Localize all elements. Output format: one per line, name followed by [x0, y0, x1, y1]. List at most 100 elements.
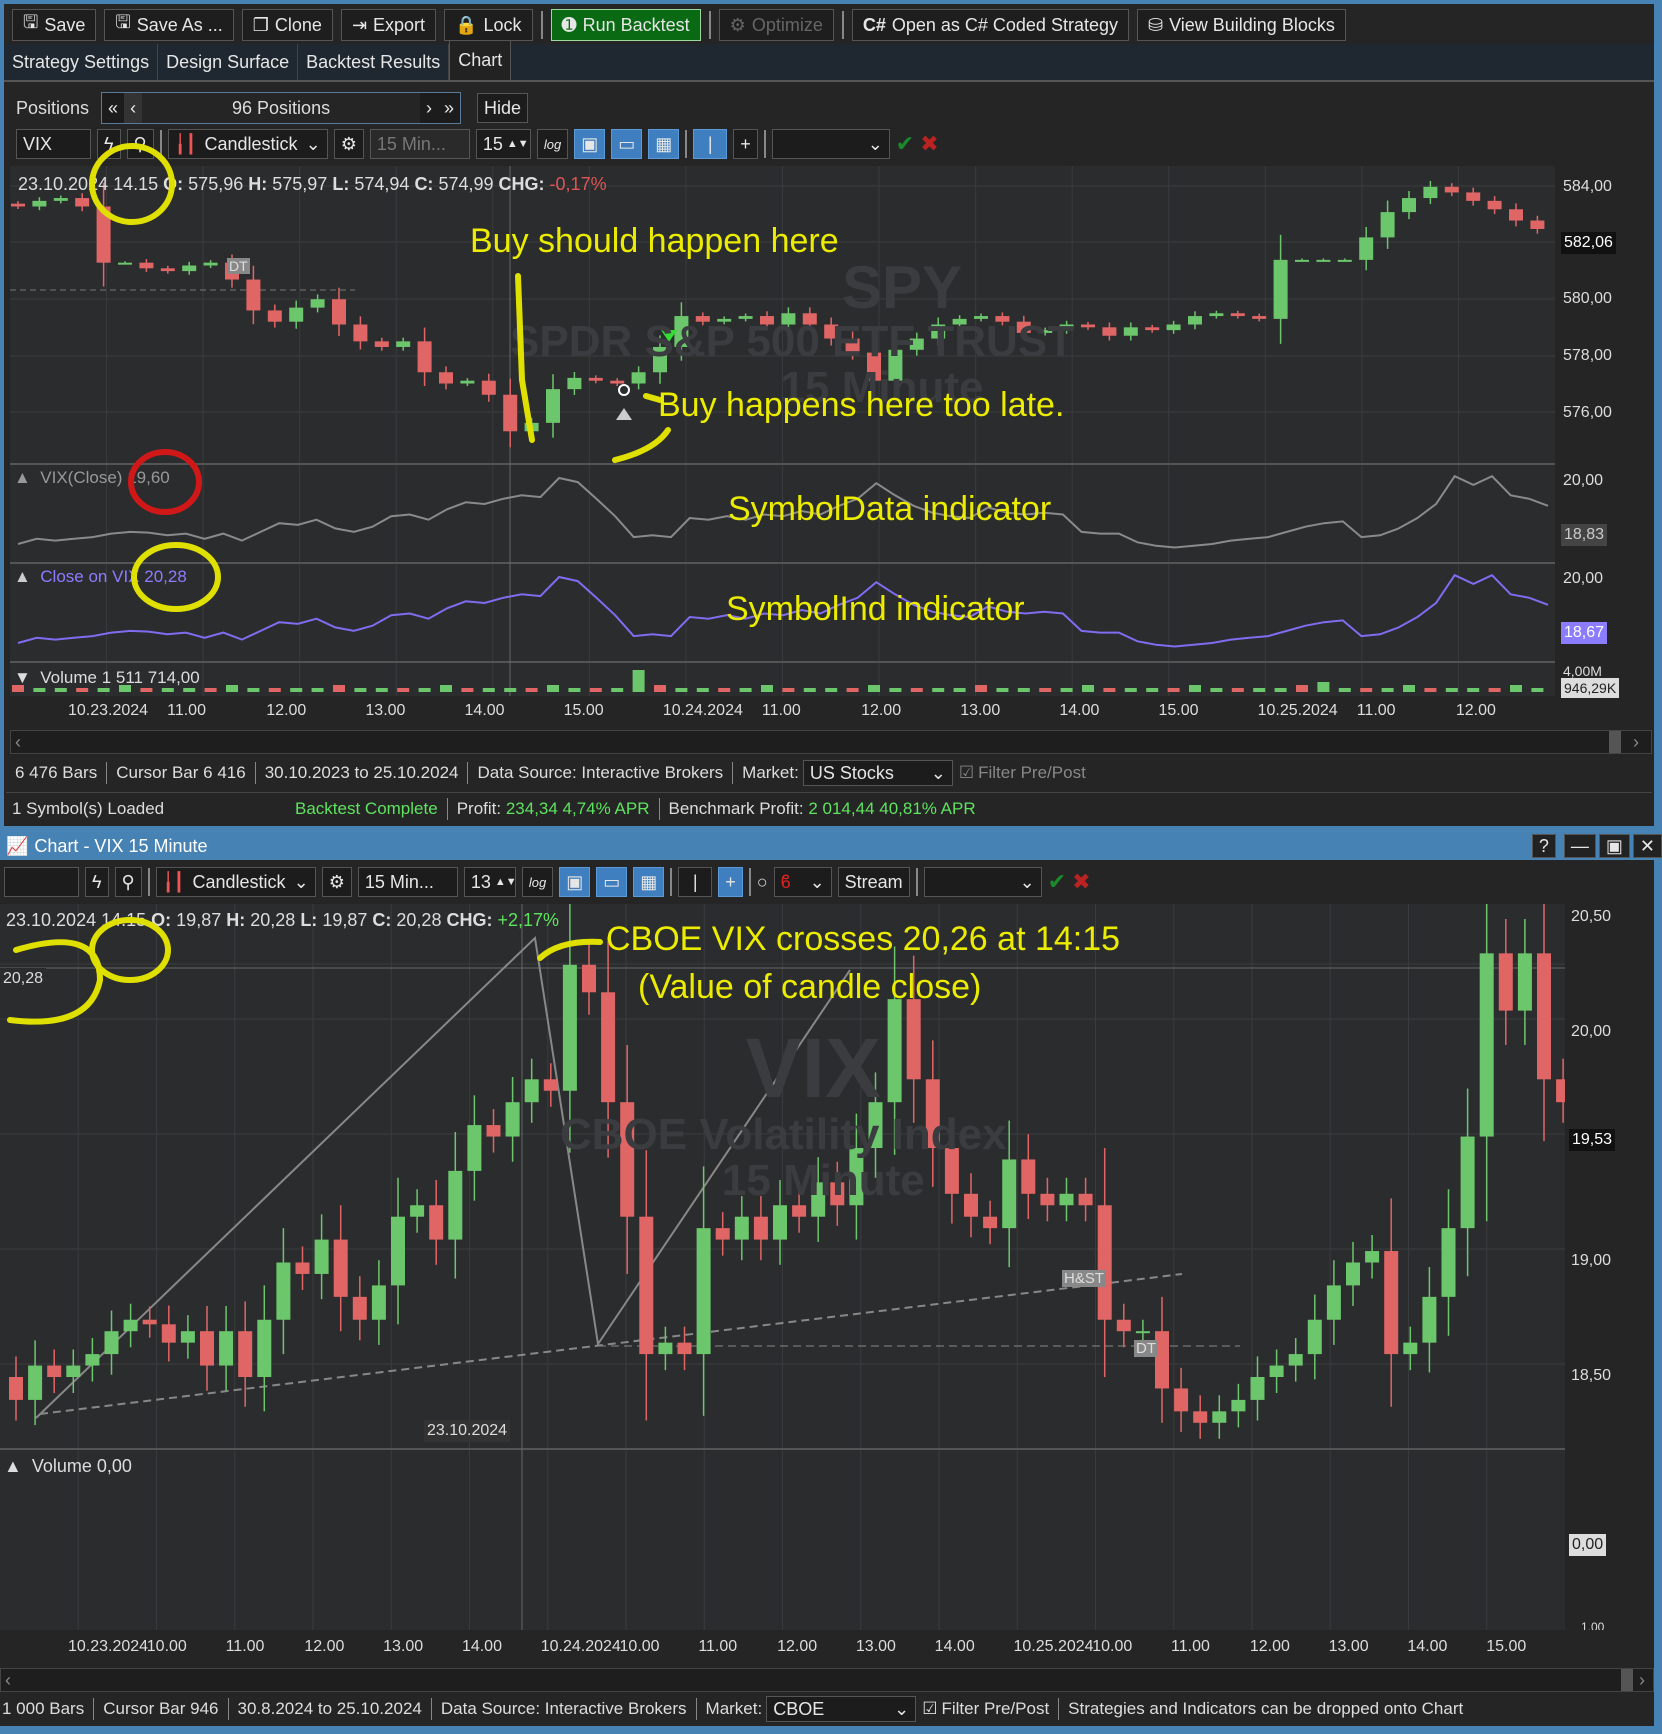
drawing-select[interactable]: ⌄ [771, 129, 890, 159]
run-backtest-button[interactable]: ➊ Run Backtest [550, 9, 701, 41]
scale-select[interactable]: 15 Min... [369, 129, 470, 159]
log-scale-button[interactable]: log [536, 129, 569, 159]
link-icon[interactable]: ⚲ [126, 129, 154, 159]
chevron-down-icon: ⌄ [1019, 871, 1035, 892]
candle [1193, 1411, 1208, 1423]
time-tick: 12.00 [266, 702, 307, 719]
view-building-blocks-button[interactable]: ⛁ View Building Blocks [1136, 9, 1346, 41]
minimize-button[interactable]: — [1563, 834, 1596, 858]
bar-width-stepper[interactable]: 13 ▲▼ [463, 867, 517, 897]
scale-select[interactable]: 15 Min... [357, 867, 458, 897]
tab-backtest-results[interactable]: Backtest Results [298, 44, 450, 80]
upper-horizontal-scrollbar[interactable]: ‹ › [10, 730, 1652, 754]
panel-icon[interactable]: ▭ [611, 129, 643, 159]
bar-width-stepper[interactable]: 15 ▲▼ [475, 129, 531, 159]
cursor-line-icon[interactable]: | [678, 867, 713, 897]
time-tick: 14.00 [464, 702, 505, 719]
candle [505, 1102, 520, 1137]
open-csharp-button[interactable]: C# Open as C# Coded Strategy [851, 9, 1129, 41]
scroll-left-icon[interactable]: ‹ [5, 1670, 11, 1691]
lightning-icon[interactable]: ϟ [85, 867, 109, 897]
crosshair-icon[interactable]: + [718, 867, 743, 897]
optimize-button[interactable]: ⚙ Optimize [718, 9, 834, 41]
log-scale-button[interactable]: log [521, 867, 554, 897]
lower-horizontal-scrollbar[interactable]: ‹ › [0, 1668, 1654, 1692]
filter-checkbox[interactable]: ☑ [922, 1699, 937, 1719]
filter-checkbox[interactable]: ☑ [959, 763, 974, 783]
scroll-right-icon[interactable]: › [1639, 1670, 1645, 1691]
candle [1441, 1228, 1456, 1297]
symbol-input[interactable]: VIX [16, 129, 91, 159]
time-tick: 12.00 [861, 702, 902, 719]
calendar-icon[interactable]: ▦ [633, 867, 665, 897]
volume-bar [1424, 688, 1437, 692]
screenshot-icon[interactable]: ▣ [574, 129, 606, 159]
scroll-right-icon[interactable]: › [1633, 732, 1639, 753]
tab-chart[interactable]: Chart [449, 40, 512, 80]
scroll-thumb[interactable] [1609, 731, 1621, 753]
tab-design-surface[interactable]: Design Surface [158, 44, 299, 80]
time-tick: 10.00 [1092, 1638, 1133, 1655]
lightning-icon[interactable]: ϟ [97, 129, 121, 159]
stream-button[interactable]: Stream [837, 867, 910, 897]
save-as-button[interactable]: 🖫 Save As ... [104, 9, 234, 41]
volume-pane-label: ▲ Volume 0,00 [4, 1456, 132, 1476]
tab-strategy-settings[interactable]: Strategy Settings [4, 44, 159, 80]
candle [460, 380, 475, 384]
settings-gear-icon[interactable]: ⚙ [321, 867, 352, 897]
lock-button[interactable]: 🔒 Lock [444, 9, 533, 41]
chart-type-select[interactable]: ╽┃ Candlestick ⌄ [167, 129, 328, 159]
crosshair-icon[interactable]: + [733, 129, 758, 159]
chart-type-select[interactable]: ╽┃ Candlestick ⌄ [155, 867, 316, 897]
expand-icon[interactable]: ▼ [14, 668, 31, 687]
candle [1537, 953, 1551, 1080]
scroll-left-icon[interactable]: ‹ [15, 732, 21, 753]
screenshot-icon[interactable]: ▣ [559, 867, 591, 897]
drawing-select[interactable]: ⌄ [923, 867, 1042, 897]
candle [1021, 1159, 1036, 1194]
clone-button[interactable]: ❐ Clone [241, 9, 333, 41]
prev-position-icon[interactable]: ‹ [124, 93, 143, 123]
lower-chart-area[interactable]: 23.10.2024 14.15 O: 19,87 H: 20,28 L: 19… [0, 904, 1565, 1630]
streaming-select[interactable]: ϐ ⌄ [773, 867, 832, 897]
chart-icon: 📈 [6, 835, 29, 856]
accept-icon[interactable]: ✔ [1048, 869, 1066, 895]
collapse-icon[interactable]: ▲ [14, 567, 31, 586]
help-button[interactable]: ? [1531, 834, 1556, 858]
market-select[interactable]: US Stocks ⌄ [802, 760, 953, 786]
export-button[interactable]: ⇥ Export [340, 9, 437, 41]
volume-bar [1445, 688, 1458, 692]
calendar-icon[interactable]: ▦ [648, 129, 680, 159]
close-button[interactable]: ✕ [1632, 834, 1662, 858]
next-position-icon[interactable]: › [420, 93, 439, 123]
candle [524, 422, 539, 432]
cursor-line-icon[interactable]: | [693, 129, 728, 159]
cancel-icon[interactable]: ✖ [920, 131, 938, 157]
circle-icon[interactable]: ○ [757, 872, 768, 893]
scroll-thumb[interactable] [1621, 1669, 1633, 1691]
accept-icon[interactable]: ✔ [896, 131, 914, 157]
candle [1403, 1342, 1418, 1355]
volume-bar [1103, 688, 1116, 692]
maximize-button[interactable]: ▣ [1598, 834, 1630, 858]
market-select[interactable]: CBOE ⌄ [766, 1696, 917, 1722]
chevron-down-icon: ⌄ [867, 133, 883, 154]
candle [1326, 1285, 1341, 1320]
link-icon[interactable]: ⚲ [114, 867, 142, 897]
collapse-icon[interactable]: ▲ [4, 1456, 22, 1476]
pattern-tag-hst: H&ST [1062, 1270, 1107, 1287]
save-button[interactable]: 🖫 Save [12, 9, 97, 41]
settings-gear-icon[interactable]: ⚙ [333, 129, 364, 159]
collapse-icon[interactable]: ▲ [14, 468, 31, 487]
cancel-icon[interactable]: ✖ [1072, 869, 1090, 895]
volume-bar [675, 688, 688, 692]
positions-label: Positions [16, 97, 90, 118]
separator [147, 868, 150, 896]
last-position-icon[interactable]: » [438, 93, 461, 123]
first-position-icon[interactable]: « [102, 93, 125, 123]
candlestick-icon: ╽┃ [174, 133, 197, 154]
volume-bar [97, 688, 110, 692]
panel-icon[interactable]: ▭ [596, 867, 628, 897]
hide-button[interactable]: Hide [477, 93, 529, 123]
symbol-input[interactable] [4, 867, 79, 897]
